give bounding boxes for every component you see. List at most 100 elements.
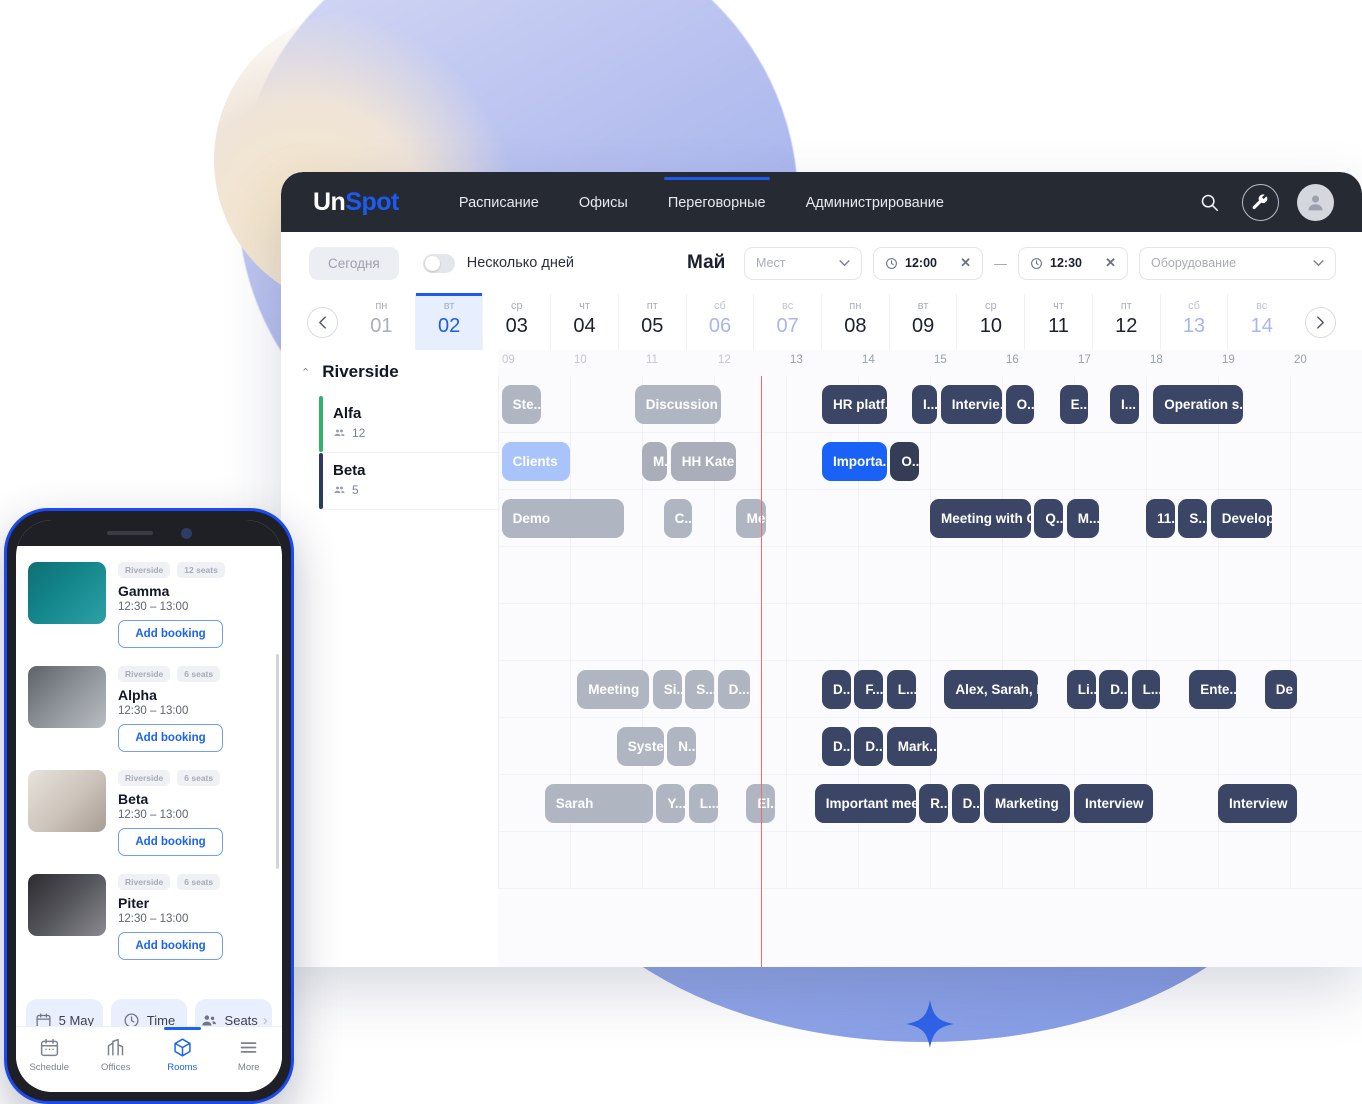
timeline-row[interactable]: SarahY...L...El...Important mee...R...D.… xyxy=(498,775,1362,832)
nav-item-offices[interactable]: Офисы xyxy=(577,177,630,227)
mobile-room-list[interactable]: Riverside 12 seats Gamma 12:30 – 13:00 Add b… xyxy=(16,546,282,991)
nav-item-meeting-rooms[interactable]: Переговорные xyxy=(663,177,770,227)
booking-event[interactable]: Mark... xyxy=(886,727,938,766)
timeline-row[interactable]: DemoC...MeetMeeting with C...Q...M...11.… xyxy=(498,490,1362,547)
booking-event[interactable]: D... xyxy=(822,670,851,709)
booking-event[interactable]: Important mee... xyxy=(814,784,916,823)
tab-schedule[interactable]: Schedule xyxy=(16,1037,83,1073)
booking-event[interactable]: S... xyxy=(685,670,714,709)
date-cell-03[interactable]: ср 03 xyxy=(483,294,552,350)
time-to-field[interactable]: 12:30 ✕ xyxy=(1018,246,1128,280)
booking-event[interactable]: Marketing xyxy=(984,784,1071,823)
booking-event[interactable]: Sarah xyxy=(544,784,653,823)
date-cell-14[interactable]: вс 14 xyxy=(1228,294,1295,350)
booking-event[interactable]: O... xyxy=(1005,385,1035,424)
clear-time-from-icon[interactable]: ✕ xyxy=(960,255,971,271)
booking-event[interactable]: Interview xyxy=(1218,784,1298,823)
next-week-button[interactable] xyxy=(1305,306,1336,338)
booking-event[interactable]: D... xyxy=(1099,670,1128,709)
booking-event[interactable]: Intervie... xyxy=(940,385,1002,424)
nav-item-schedule[interactable]: Расписание xyxy=(457,177,541,227)
booking-event[interactable]: L... xyxy=(1131,670,1161,709)
today-button[interactable]: Сегодня xyxy=(309,246,399,280)
mobile-room-card[interactable]: Riverside 6 seats Beta 12:30 – 13:00 Add boo… xyxy=(28,760,270,864)
mobile-room-card[interactable]: Riverside 6 seats Alpha 12:30 – 13:00 Add bo… xyxy=(28,656,270,760)
tab-offices[interactable]: Offices xyxy=(83,1037,150,1073)
booking-event[interactable]: Clients xyxy=(501,442,570,481)
booking-event[interactable]: I... xyxy=(912,385,938,424)
booking-event[interactable]: M... xyxy=(641,442,668,481)
tab-more[interactable]: More xyxy=(216,1037,283,1073)
date-cell-11[interactable]: чт 11 xyxy=(1025,294,1093,350)
booking-event[interactable]: I... xyxy=(1110,385,1139,424)
booking-event[interactable]: Meeting with C... xyxy=(930,499,1031,538)
room-item-alfa[interactable]: Alfa 12 xyxy=(319,396,498,453)
tab-rooms[interactable]: Rooms xyxy=(149,1027,216,1073)
date-cell-01[interactable]: пн 01 xyxy=(348,294,416,350)
booking-event[interactable]: Demo xyxy=(501,499,624,538)
add-booking-button[interactable]: Add booking xyxy=(118,620,223,648)
add-booking-button[interactable]: Add booking xyxy=(118,828,223,856)
booking-event[interactable]: Operation s... xyxy=(1153,385,1244,424)
booking-event[interactable]: Interview xyxy=(1073,784,1154,823)
booking-event[interactable]: D... xyxy=(822,727,851,766)
avatar[interactable] xyxy=(1297,183,1334,221)
booking-event[interactable]: R... xyxy=(919,784,948,823)
multiday-toggle-group[interactable]: Несколько дней xyxy=(422,253,574,273)
date-cell-13[interactable]: сб 13 xyxy=(1161,294,1229,350)
multiday-toggle[interactable] xyxy=(422,253,455,273)
date-cell-12[interactable]: пт 12 xyxy=(1093,294,1161,350)
booking-event[interactable]: L... xyxy=(688,784,718,823)
booking-event[interactable]: Discussion a... xyxy=(634,385,722,424)
booking-event[interactable]: Ste... xyxy=(501,385,542,424)
date-cell-04[interactable]: чт 04 xyxy=(551,294,619,350)
date-cell-08[interactable]: пн 08 xyxy=(822,294,890,350)
seats-filter-select[interactable]: Мест xyxy=(744,246,862,280)
booking-event[interactable]: L... xyxy=(886,670,916,709)
room-item-beta[interactable]: Beta 5 xyxy=(319,453,498,510)
equipment-filter-select[interactable]: Оборудование xyxy=(1139,246,1336,280)
date-cell-05[interactable]: пт 05 xyxy=(619,294,687,350)
booking-event[interactable]: N... xyxy=(667,727,696,766)
booking-event[interactable]: Alex, Sarah, Ra... xyxy=(944,670,1038,709)
booking-event[interactable]: Syste... xyxy=(616,727,664,766)
add-booking-button[interactable]: Add booking xyxy=(118,724,223,752)
booking-event[interactable]: Importa... xyxy=(822,442,887,481)
nav-item-administration[interactable]: Администрирование xyxy=(804,177,946,227)
booking-event[interactable]: HH Kate xyxy=(670,442,736,481)
timeline-row[interactable] xyxy=(498,604,1362,661)
wrench-icon[interactable] xyxy=(1242,183,1279,221)
booking-event[interactable]: Si... xyxy=(652,670,682,709)
timeline-row[interactable] xyxy=(498,832,1362,889)
booking-event[interactable]: Y... xyxy=(656,784,686,823)
mobile-room-card[interactable]: Riverside 12 seats Gamma 12:30 – 13:00 Add b… xyxy=(28,552,270,656)
search-icon[interactable] xyxy=(1194,187,1224,217)
booking-event[interactable]: O... xyxy=(890,442,920,481)
booking-event[interactable]: D... xyxy=(951,784,981,823)
prev-week-button[interactable] xyxy=(307,306,338,338)
date-cell-10[interactable]: ср 10 xyxy=(957,294,1026,350)
app-logo[interactable]: UnSpot xyxy=(313,188,399,217)
booking-event[interactable]: M... xyxy=(1066,499,1100,538)
date-cell-07[interactable]: вс 07 xyxy=(754,294,823,350)
time-from-field[interactable]: 12:00 ✕ xyxy=(873,246,983,280)
booking-event[interactable]: Develop... xyxy=(1210,499,1272,538)
timeline-row[interactable]: Clients M...HH Kate Importa...O... xyxy=(498,433,1362,490)
date-cell-09[interactable]: вт 09 xyxy=(890,294,958,350)
timeline-row[interactable]: MeetingSi...S...D...D...F...L...Alex, Sa… xyxy=(498,661,1362,718)
booking-event[interactable]: E... xyxy=(1059,385,1089,424)
booking-event[interactable]: F... xyxy=(854,670,884,709)
booking-event[interactable]: S... xyxy=(1178,499,1208,538)
add-booking-button[interactable]: Add booking xyxy=(118,932,223,960)
booking-event[interactable]: 11... xyxy=(1146,499,1175,538)
timeline-row[interactable]: Ste...Discussion a...HR platf...I...Inte… xyxy=(498,376,1362,433)
clear-time-to-icon[interactable]: ✕ xyxy=(1105,255,1116,271)
booking-event[interactable]: Q... xyxy=(1034,499,1064,538)
timeline-row[interactable] xyxy=(498,547,1362,604)
timeline-row[interactable]: Syste...N...D...D...Mark... xyxy=(498,718,1362,775)
booking-event[interactable]: C... xyxy=(663,499,693,538)
booking-event[interactable]: Ente... xyxy=(1189,670,1236,709)
booking-event[interactable]: D... xyxy=(854,727,884,766)
mobile-room-card[interactable]: Riverside 6 seats Piter 12:30 – 13:00 Add bo… xyxy=(28,864,270,968)
booking-event[interactable]: De xyxy=(1264,670,1298,709)
